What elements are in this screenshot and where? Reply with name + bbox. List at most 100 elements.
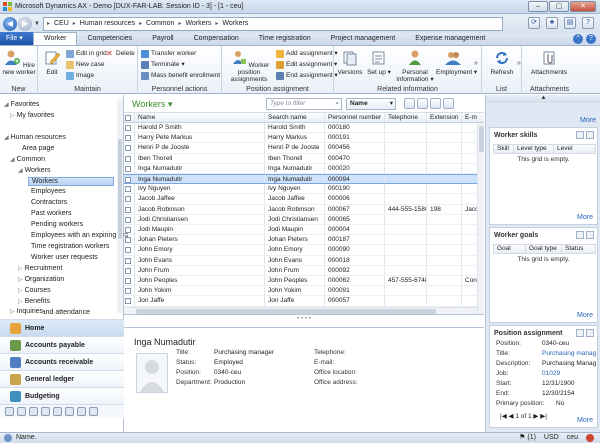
nav-my-favorites[interactable]: ▷ My favorites [10, 112, 54, 119]
select-all-checkbox[interactable] [124, 113, 135, 122]
hire-new-worker-button[interactable]: Hire new worker [2, 50, 36, 76]
nav-area-page[interactable]: Area page [22, 145, 54, 152]
tab-worker[interactable]: Worker [33, 32, 78, 45]
search-icon[interactable]: ⌕ [335, 99, 339, 109]
module-overflow-icon[interactable] [29, 407, 38, 416]
table-row[interactable]: Ivy Nguyen Ivy Nguyen 000190 [124, 184, 484, 195]
end-assignment-button[interactable]: End assignment ▾ [276, 71, 338, 80]
row-checkbox[interactable] [124, 296, 135, 306]
table-row[interactable]: Johan Pieters Johan Pieters 000187 [124, 235, 484, 246]
advanced-filter-icon[interactable] [443, 98, 454, 109]
factbox-column[interactable]: Level [554, 145, 594, 153]
nav-human-resources[interactable]: ◢ Human resources [4, 134, 66, 141]
list-title[interactable]: Workers ▾ [132, 99, 172, 110]
nav-scrollbar-thumb[interactable] [118, 139, 122, 239]
module-overflow-icon[interactable] [17, 407, 26, 416]
row-checkbox[interactable] [124, 194, 135, 204]
forward-button[interactable]: ▶ [18, 16, 32, 31]
nav-time-registration-workers[interactable]: Time registration workers [31, 243, 109, 250]
employment-button[interactable]: Employment ▾ [436, 50, 477, 76]
new-case-button[interactable]: New case [66, 60, 105, 69]
row-checkbox[interactable] [124, 184, 135, 194]
table-row[interactable]: Henri P de Jooste Henri P de Jooste 000456 [124, 143, 484, 154]
row-checkbox[interactable] [124, 153, 135, 163]
refresh-button[interactable]: Refresh [486, 50, 518, 76]
title-link[interactable]: Purchasing manag [542, 350, 596, 357]
module-budgeting[interactable]: Budgeting [0, 387, 124, 404]
job-link[interactable]: 01029 [542, 370, 560, 377]
row-checkbox[interactable] [124, 204, 135, 214]
filter-input[interactable]: Type to filter ⌕ [266, 98, 342, 110]
add-assignment-button[interactable]: Add assignment ▾ [276, 49, 338, 58]
factbox-column[interactable]: Status [562, 245, 594, 253]
column-header-name[interactable]: Name [135, 113, 265, 122]
attachments-button[interactable]: Attachments [526, 50, 572, 76]
nav-recruitment[interactable]: ▷ Recruitment [18, 265, 62, 272]
table-row[interactable]: John Yokim John Yokim 000091 [124, 286, 484, 297]
back-button[interactable]: ◀ [3, 16, 17, 31]
nav-workers-folder[interactable]: ◢ Workers [18, 167, 51, 174]
grid-vertical-scrollbar-thumb[interactable] [479, 126, 484, 152]
row-checkbox[interactable] [124, 265, 135, 275]
tab-project-management[interactable]: Project management [321, 33, 406, 45]
row-checkbox[interactable] [124, 214, 135, 224]
notification-icon[interactable]: ⚑ (1) [519, 433, 536, 443]
factbox-collapse-icon[interactable] [586, 329, 594, 337]
nav-inquiries[interactable]: ▷ Inquiries [10, 308, 44, 315]
row-checkbox[interactable] [124, 123, 135, 133]
maximize-button[interactable]: ▢ [549, 1, 569, 12]
tab-competencies[interactable]: Competencies [77, 33, 142, 45]
file-menu-button[interactable]: File ▾ [0, 32, 33, 45]
ribbon-help-icon[interactable]: ? [586, 34, 596, 44]
history-dropdown-icon[interactable]: ▼ [34, 21, 40, 27]
transfer-worker-button[interactable]: Transfer worker [141, 49, 196, 58]
filter-icon[interactable] [404, 98, 415, 109]
factbox-collapse-icon[interactable] [586, 231, 594, 239]
table-row[interactable]: John Frum John Frum 000092 [124, 265, 484, 276]
nav-organization[interactable]: ▷ Organization [18, 276, 64, 283]
nav-favorites[interactable]: ◢ Favorites [4, 101, 39, 108]
factbox-collapse-icon[interactable] [586, 131, 594, 139]
nav-pending-workers[interactable]: Pending workers [31, 221, 83, 228]
column-header-telephone[interactable]: Telephone [385, 113, 427, 122]
module-overflow-icon[interactable] [89, 407, 98, 416]
set-up-button[interactable]: Set up ▾ [367, 50, 391, 76]
breadcrumb[interactable]: ▸ CEU ▸ Human resources ▸ Common ▸ Worke… [42, 16, 503, 31]
more-arrow-icon[interactable]: » [474, 60, 478, 67]
delete-button[interactable]: ✕ Delete [106, 49, 135, 58]
row-checkbox[interactable] [124, 235, 135, 245]
edit-assignment-button[interactable]: Edit assignment ▾ [276, 60, 337, 69]
crumb-module[interactable]: Human resources [80, 20, 135, 27]
column-header-personnel-number[interactable]: Personnel number [325, 113, 385, 122]
table-row[interactable]: Jodi Maupin Jodi Maupin 000004 [124, 225, 484, 236]
module-overflow-icon[interactable] [5, 407, 14, 416]
filter-by-selection-icon[interactable] [417, 98, 428, 109]
table-row[interactable]: Iben Thorell Iben Thorell 000470 [124, 153, 484, 164]
factbox-column[interactable]: Level type [514, 145, 554, 153]
factbox-more-link[interactable]: More [577, 312, 593, 319]
factbox-collapse-icon[interactable]: ▲ [486, 95, 600, 103]
tab-time-registration[interactable]: Time registration [249, 33, 321, 45]
table-row[interactable]: Inga Numadutir Inga Numadutir 000020 [124, 163, 484, 174]
column-header-email[interactable]: E-m [462, 113, 484, 122]
next-page-icon[interactable]: ▶ ▶| [533, 413, 547, 420]
crumb-company[interactable]: CEU [54, 20, 69, 27]
factbox-more-link[interactable]: More [577, 417, 593, 424]
factbox-more-link[interactable]: More [580, 117, 596, 124]
more-arrow-icon[interactable]: » [517, 60, 521, 67]
module-home[interactable]: Home [0, 319, 124, 336]
close-session-icon[interactable] [586, 434, 594, 442]
table-row[interactable]: Jacob Jaffee Jacob Jaffee 000006 [124, 194, 484, 205]
company-indicator[interactable]: ceu [567, 433, 578, 443]
nav-courses[interactable]: ▷ Courses [18, 287, 51, 294]
ribbon-minimize-icon[interactable]: ^ [573, 34, 583, 44]
table-row[interactable]: John Emory John Emory 000090 [124, 245, 484, 256]
row-checkbox[interactable] [124, 133, 135, 143]
module-accounts-receivable[interactable]: Accounts receivable [0, 353, 124, 370]
nav-past-workers[interactable]: Past workers [31, 210, 71, 217]
tab-compensation[interactable]: Compensation [184, 33, 249, 45]
row-checkbox[interactable] [124, 143, 135, 153]
filter-field-select[interactable]: Name ▾ [346, 98, 396, 110]
table-row[interactable]: Inga Numadutir Inga Numadutir 000094 [124, 174, 484, 185]
worker-position-assignments-button[interactable]: Worker position assignments [224, 50, 274, 83]
